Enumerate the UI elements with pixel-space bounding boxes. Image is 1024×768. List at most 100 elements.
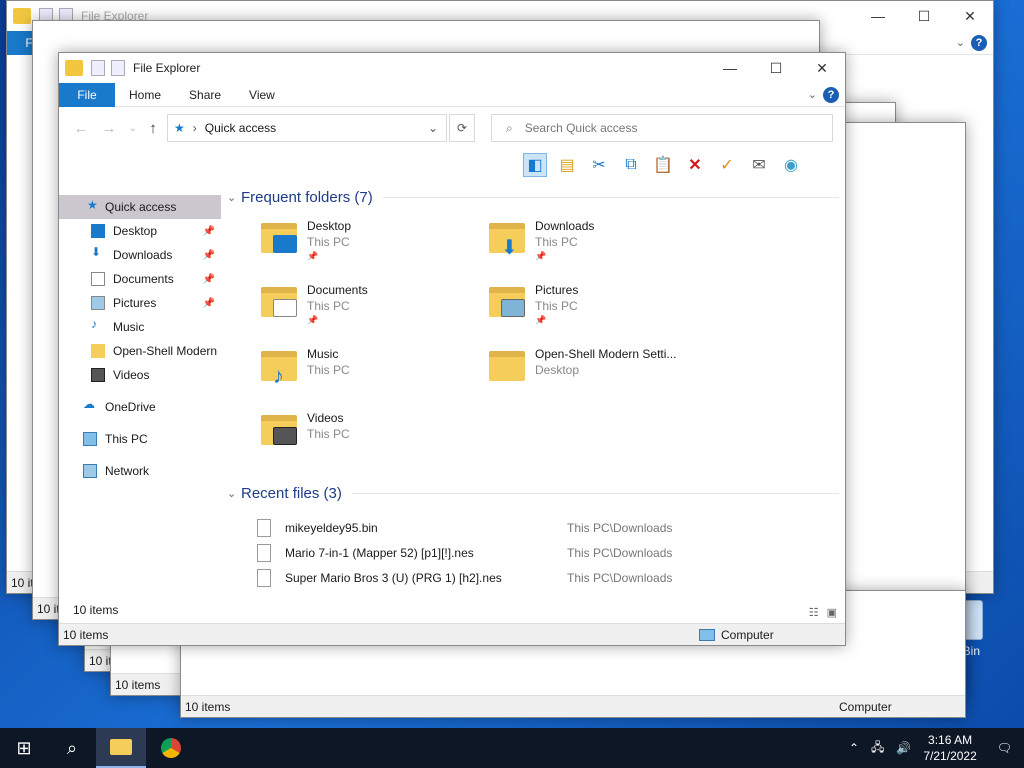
chevron-down-icon[interactable]: ⌄ xyxy=(808,88,817,101)
title-bar[interactable]: File Explorer — ☐ ✕ xyxy=(59,53,845,83)
sidebar-item-open-shell[interactable]: Open-Shell Modern xyxy=(59,339,221,363)
pin-icon[interactable]: 📌 xyxy=(203,274,215,285)
properties-icon[interactable] xyxy=(91,60,105,76)
copy-icon[interactable]: ⧉ xyxy=(619,153,643,177)
file-explorer-window[interactable]: File Explorer — ☐ ✕ File Home Share View… xyxy=(58,52,846,646)
tab-view[interactable]: View xyxy=(235,83,289,107)
file-icon xyxy=(257,543,271,562)
section-recent-files[interactable]: ⌄ Recent files (3) xyxy=(223,481,839,505)
sidebar-item-downloads[interactable]: ⬇ Downloads 📌 xyxy=(59,243,221,267)
section-title: Frequent folders (7) xyxy=(241,188,373,206)
folder-tile-documents[interactable]: Documents This PC 📌 xyxy=(261,281,491,341)
navigation-pane: ★ Quick access Desktop 📌 ⬇ Downloads 📌 D… xyxy=(59,191,221,623)
sidebar-item-quick-access[interactable]: ★ Quick access xyxy=(59,195,221,219)
sidebar-item-music[interactable]: ♪ Music xyxy=(59,315,221,339)
sidebar-item-onedrive[interactable]: ☁ OneDrive xyxy=(59,395,221,419)
desktop-icon xyxy=(91,224,105,238)
email-icon[interactable]: ✉ xyxy=(747,153,771,177)
folder-icon xyxy=(489,351,525,381)
close-button[interactable]: ✕ xyxy=(799,53,845,83)
folder-tile-desktop[interactable]: Desktop This PC 📌 xyxy=(261,217,491,277)
clock-date: 7/21/2022 xyxy=(923,749,977,763)
cut-icon[interactable]: ✂ xyxy=(587,153,611,177)
tab-share[interactable]: Share xyxy=(175,83,235,107)
sidebar-item-this-pc[interactable]: This PC xyxy=(59,427,221,451)
list-item[interactable]: mikeyeldey95.bin This PC\Downloads xyxy=(223,515,839,540)
close-icon[interactable]: ✕ xyxy=(947,1,993,31)
tab-file[interactable]: File xyxy=(59,82,115,107)
navigation-pane-icon[interactable]: ◧ xyxy=(523,153,547,177)
breadcrumb[interactable]: Quick access xyxy=(205,121,276,135)
folder-tile-music[interactable]: ♪ Music This PC xyxy=(261,345,491,405)
address-dropdown-icon[interactable]: ⌄ xyxy=(428,121,438,135)
folder-icon xyxy=(110,739,132,755)
new-folder-icon[interactable] xyxy=(111,60,125,76)
quick-access-toolbar[interactable] xyxy=(91,60,125,76)
network-status-icon[interactable]: 🖧 xyxy=(871,738,884,759)
chevron-down-icon: ⌄ xyxy=(227,191,237,204)
maximize-icon[interactable]: ☐ xyxy=(901,1,947,31)
sidebar-item-documents[interactable]: Documents 📌 xyxy=(59,267,221,291)
address-bar[interactable]: ★ › Quick access ⌄ xyxy=(167,114,447,142)
notification-icon[interactable]: 🗨 xyxy=(997,741,1012,755)
folder-tile-pictures[interactable]: Pictures This PC 📌 xyxy=(489,281,719,341)
taskbar-chrome[interactable] xyxy=(146,728,196,768)
content-pane: ⌄ Frequent folders (7) Desktop This PC 📌… xyxy=(223,185,839,623)
section-title: Recent files (3) xyxy=(241,484,342,502)
help-icon[interactable]: ? xyxy=(971,34,987,51)
section-frequent-folders[interactable]: ⌄ Frequent folders (7) xyxy=(223,185,839,209)
minimize-icon[interactable]: — xyxy=(855,1,901,31)
pin-icon: 📌 xyxy=(535,315,547,325)
folder-tile-videos[interactable]: Videos This PC xyxy=(261,409,491,469)
pin-icon[interactable]: 📌 xyxy=(203,298,215,309)
details-view-icon[interactable]: ☷ xyxy=(809,606,819,619)
document-icon xyxy=(91,272,105,286)
minimize-button[interactable]: — xyxy=(707,53,753,83)
up-arrow-icon[interactable]: ↑ xyxy=(143,119,163,139)
help-icon[interactable]: ? xyxy=(823,86,839,103)
recent-locations-icon[interactable]: ⌄ xyxy=(123,119,143,139)
pin-icon[interactable]: 📌 xyxy=(203,250,215,261)
star-icon: ★ xyxy=(174,121,185,135)
paste-icon[interactable]: 📋 xyxy=(651,153,675,177)
pin-icon[interactable]: 📌 xyxy=(203,226,215,237)
cloud-icon: ☁ xyxy=(83,397,95,411)
folder-tile-open-shell[interactable]: Open-Shell Modern Setti... Desktop xyxy=(489,345,719,405)
tab-home[interactable]: Home xyxy=(115,83,175,107)
refresh-button[interactable]: ⟳ xyxy=(449,114,475,142)
windows-start-icon[interactable]: ⊞ xyxy=(0,728,48,768)
maximize-button[interactable]: ☐ xyxy=(753,53,799,83)
taskbar: ⊞ ⌕ ⌃ 🖧 🔊 3:16 AM 7/21/2022 🗨 xyxy=(0,728,1024,768)
download-arrow-icon: ⬇ xyxy=(91,245,102,259)
sidebar-item-network[interactable]: Network xyxy=(59,459,221,483)
search-input[interactable]: ⌕ Search Quick access xyxy=(491,114,833,142)
taskbar-file-explorer[interactable] xyxy=(96,728,146,768)
ribbon-tabs: File Home Share View ⌄ ? xyxy=(59,82,845,107)
folder-icon xyxy=(91,344,105,358)
properties-check-icon[interactable]: ✓ xyxy=(715,153,739,177)
chevron-up-icon[interactable]: ⌃ xyxy=(849,741,859,755)
list-item[interactable]: Mario 7-in-1 (Mapper 52) [p1][!].nes Thi… xyxy=(223,540,839,565)
volume-icon[interactable]: 🔊 xyxy=(896,741,911,755)
large-icons-view-icon[interactable]: ▣ xyxy=(827,606,837,619)
clock[interactable]: 3:16 AM 7/21/2022 xyxy=(923,732,976,764)
open-shell-icon[interactable]: ◉ xyxy=(779,153,803,177)
chevron-down-icon[interactable]: ⌄ xyxy=(956,36,965,49)
sidebar-item-videos[interactable]: Videos xyxy=(59,363,221,387)
search-icon[interactable]: ⌕ xyxy=(48,728,96,768)
sidebar-item-pictures[interactable]: Pictures 📌 xyxy=(59,291,221,315)
back-arrow-icon[interactable]: ← xyxy=(71,119,91,139)
network-icon xyxy=(83,464,97,478)
delete-icon[interactable]: ✕ xyxy=(683,153,707,177)
folder-tile-downloads[interactable]: ⬇ Downloads This PC 📌 xyxy=(489,217,719,277)
caption-buttons[interactable]: — ☐ ✕ xyxy=(855,1,993,31)
list-item[interactable]: Super Mario Bros 3 (U) (PRG 1) [h2].nes … xyxy=(223,565,839,590)
star-icon: ★ xyxy=(87,198,98,212)
folder-options-icon[interactable]: ▤ xyxy=(555,153,579,177)
status-bar: 10 items Computer xyxy=(59,623,845,645)
folder-icon xyxy=(13,8,31,24)
sidebar-item-desktop[interactable]: Desktop 📌 xyxy=(59,219,221,243)
frequent-folders-grid: Desktop This PC 📌 ⬇ Downloads This PC 📌 … xyxy=(223,209,839,465)
forward-arrow-icon[interactable]: → xyxy=(99,119,119,139)
view-switcher: ☷ ▣ xyxy=(809,606,837,619)
